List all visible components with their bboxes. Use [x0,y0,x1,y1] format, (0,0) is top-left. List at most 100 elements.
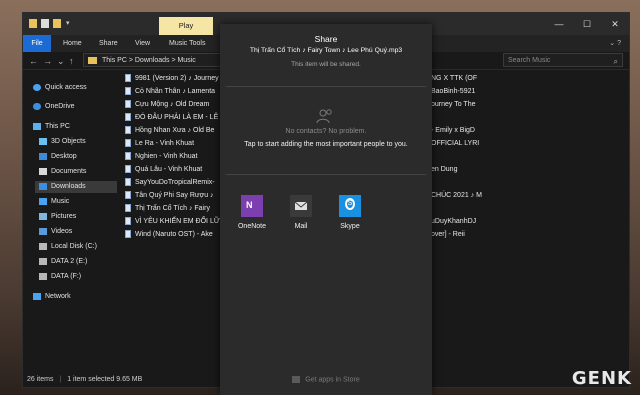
sidebar-item-desktop[interactable]: Desktop [39,151,77,163]
audio-file-icon [125,126,131,135]
audio-file-icon [125,74,131,83]
tab-file[interactable]: File [23,35,51,52]
drive-icon [39,242,47,250]
list-item[interactable]: SayYouDoTropicalRemix- [125,177,215,189]
item-count: 26 items [27,376,54,383]
app-label: OneNote [237,223,267,230]
audio-file-icon [125,204,131,213]
onenote-icon: N [241,195,263,217]
list-item-continued: en Dung [431,166,458,173]
cloud-icon [33,102,41,110]
tab-play[interactable]: Play [159,17,213,35]
minimize-icon[interactable]: — [545,13,573,35]
sidebar-item-downloads[interactable]: Downloads [35,181,117,193]
skype-icon: S [339,195,361,217]
audio-file-icon [125,217,131,226]
forward-icon[interactable]: → [43,56,52,66]
sidebar-item-3d-objects[interactable]: 3D Objects [39,136,86,148]
list-item[interactable]: Wind (Naruto OST) - Ake [125,229,213,241]
audio-file-icon [125,100,131,109]
list-item[interactable]: Quá Lâu - Vinh Khuat [125,164,202,176]
list-item[interactable]: Tân Quý Phi Say Rượu ♪ [125,190,214,202]
sidebar-item-music[interactable]: Music [39,196,69,208]
list-item[interactable]: Cựu Mộng ♪ Old Dream [125,99,209,111]
tab-home[interactable]: Home [63,35,82,52]
list-item[interactable]: ĐÓ ĐÂU PHẢI LÀ EM - LÊ [125,112,218,124]
divider [226,86,426,87]
share-note: This item will be shared. [291,61,361,68]
audio-file-icon [125,87,131,96]
audio-file-icon [125,165,131,174]
sidebar-item-this-pc[interactable]: This PC [33,121,70,133]
back-icon[interactable]: ← [29,56,38,66]
share-app-mail[interactable]: Mail [281,195,321,230]
help-icon[interactable]: ⌄ ? [609,39,621,47]
drive-icon [39,272,47,280]
recent-dropdown-icon[interactable]: ⌄ [57,56,65,67]
tab-view[interactable]: View [135,35,150,52]
tab-music-tools[interactable]: Music Tools [169,35,205,52]
list-item-continued: BaoBinh-5921 [431,88,476,95]
tap-to-add-text[interactable]: Tap to start adding the most important p… [220,141,432,148]
sidebar-item-onedrive[interactable]: OneDrive [33,101,75,113]
address-field[interactable]: This PC > Downloads > Music [83,53,233,67]
new-folder-icon[interactable] [53,19,61,28]
cube-icon [39,137,47,145]
tab-share[interactable]: Share [99,35,118,52]
folder-icon [88,57,97,64]
share-panel: Share Thị Trấn Cổ Tích ♪ Fairy Town ♪ Le… [220,24,432,395]
list-item-continued: - Emily x BigD [431,127,475,134]
desktop-icon [39,152,47,160]
list-item-continued: NG X TTK (OF [431,75,478,82]
search-placeholder: Search Music [508,57,551,64]
list-item[interactable]: Cỏ Nhãn Thân ♪ Lamenta [125,86,215,98]
document-icon [39,167,47,175]
qat-dropdown-icon[interactable]: ▾ [66,19,72,28]
audio-file-icon [125,178,131,187]
sidebar-item-videos[interactable]: Videos [39,226,72,238]
list-item[interactable]: Thị Trấn Cổ Tích ♪ Fairy [125,203,210,215]
address-path: This PC > Downloads > Music [102,57,196,64]
audio-file-icon [125,152,131,161]
close-icon[interactable]: ✕ [601,13,629,35]
search-input[interactable]: Search Music ⌕ [503,53,623,67]
list-item[interactable]: Le Ra - Vinh Khuat [125,138,194,150]
sidebar-item-quick-access[interactable]: Quick access [33,82,87,94]
get-apps-in-store-link[interactable]: Get apps in Store [220,375,432,383]
store-icon [292,375,301,383]
list-item[interactable]: 9981 (Version 2) ♪ Journey [125,73,219,85]
search-icon: ⌕ [613,57,618,66]
contacts-icon [316,109,332,124]
list-item[interactable]: Nghien - Vinh Khuat [125,151,198,163]
selection-info: 1 item selected 9.65 MB [67,376,143,383]
sidebar-item-network[interactable]: Network [33,291,71,303]
list-item-continued: ourney To The [431,101,476,108]
picture-icon [39,212,47,220]
computer-icon [33,122,41,130]
no-contacts-text: No contacts? No problem. [285,128,367,135]
list-item-continued: OFFICIAL LYRI [431,140,480,147]
network-icon [33,292,41,300]
divider [226,174,426,175]
app-label: Mail [294,223,308,230]
music-icon [39,197,47,205]
list-item[interactable]: Hồng Nhan Xưa ♪ Old Be [125,125,214,137]
sidebar-item-data-f[interactable]: DATA (F:) [39,271,81,283]
up-icon[interactable]: ↑ [69,56,74,66]
sidebar-item-documents[interactable]: Documents [39,166,86,178]
maximize-icon[interactable]: ☐ [573,13,601,35]
sidebar-item-local-disk-c[interactable]: Local Disk (C:) [39,241,97,253]
navigation-pane: Quick access OneDrive This PC 3D Objects… [23,73,117,373]
share-app-skype[interactable]: S Skype [330,195,370,230]
properties-icon[interactable] [41,19,49,28]
sidebar-item-data-2-e[interactable]: DATA 2 (E:) [39,256,87,268]
audio-file-icon [125,191,131,200]
star-icon [33,83,41,91]
window-controls: — ☐ ✕ [545,13,629,35]
list-item-continued: over] - Reii [431,231,465,238]
list-item[interactable]: VÌ YÊU KHIẾN EM ĐỔI LỮ [125,216,220,228]
audio-file-icon [125,230,131,239]
sidebar-item-pictures[interactable]: Pictures [39,211,76,223]
list-item-continued: uDuyKhanhDJ [431,218,477,225]
share-app-onenote[interactable]: N OneNote [232,195,272,230]
